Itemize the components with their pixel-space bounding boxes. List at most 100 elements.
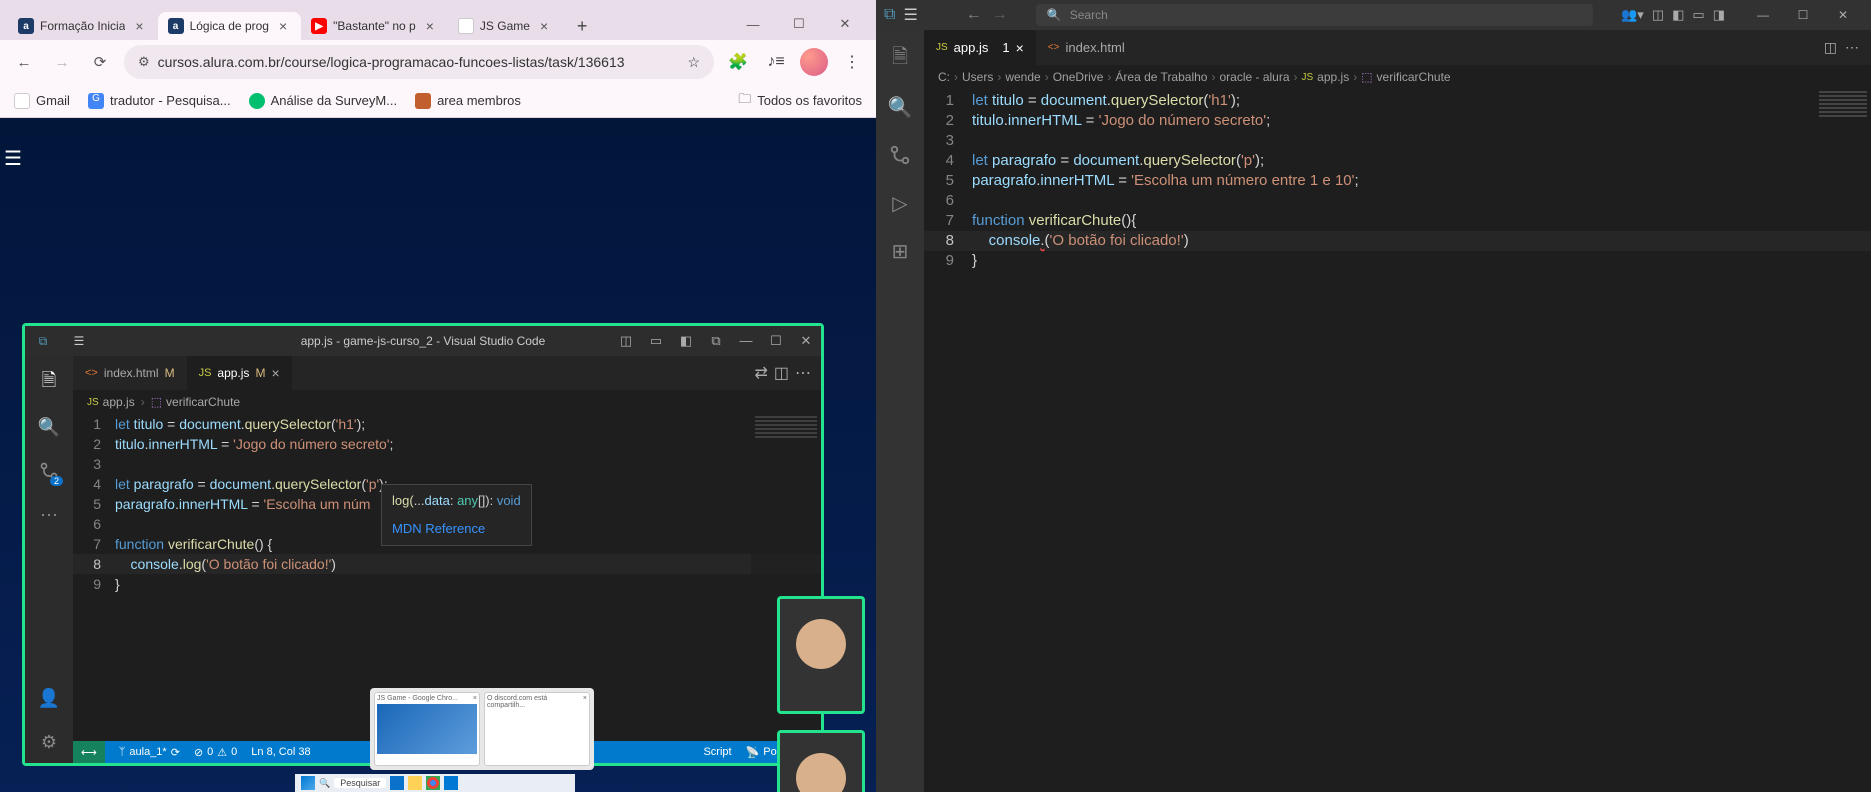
hamburger-icon[interactable]: ☰: [4, 146, 34, 176]
chrome-icon[interactable]: [426, 776, 440, 790]
alura-favicon: a: [18, 18, 34, 34]
layout-icon[interactable]: ▭: [1692, 7, 1704, 23]
profile-avatar[interactable]: [800, 48, 828, 76]
close-icon[interactable]: ✕: [791, 333, 821, 349]
reload-icon[interactable]: ⟳: [86, 48, 114, 76]
extensions-icon[interactable]: ⊞: [876, 230, 924, 272]
inner-activity-bar: 🗎 🔍 2 ⋯ 👤 ⚙: [25, 356, 73, 763]
vscode-icon[interactable]: [444, 776, 458, 790]
branch-indicator[interactable]: ᛘ aula_1* ⟳: [119, 746, 180, 759]
close-icon[interactable]: ×: [271, 365, 279, 381]
remote-icon[interactable]: ⟷: [73, 741, 105, 763]
layout-icon[interactable]: ◫: [611, 333, 641, 349]
media-icon[interactable]: ♪≡: [762, 53, 790, 71]
explorer-icon[interactable]: 🗎: [876, 38, 924, 80]
new-tab-button[interactable]: +: [568, 12, 596, 40]
code-editor[interactable]: 1let titulo = document.querySelector('h1…: [924, 89, 1871, 792]
split-icon[interactable]: ◫: [1824, 39, 1837, 56]
kebab-icon[interactable]: ⋮: [838, 52, 866, 72]
forward-icon[interactable]: →: [992, 6, 1008, 24]
tab-label: Lógica de prog: [190, 19, 269, 33]
source-control-icon[interactable]: [876, 134, 924, 176]
copilot-icon[interactable]: 👥▾: [1621, 7, 1644, 23]
cursor-position[interactable]: Ln 8, Col 38: [251, 746, 310, 758]
taskbar-preview[interactable]: JS Game - Google Chro...×: [374, 692, 480, 766]
back-icon[interactable]: ←: [966, 6, 982, 24]
editor-tab[interactable]: <>index.htmlM: [73, 356, 187, 390]
close-icon[interactable]: ×: [275, 18, 291, 34]
webcam-overlay: [777, 730, 865, 792]
windows-start-icon[interactable]: [301, 776, 315, 790]
forward-icon[interactable]: →: [48, 48, 76, 76]
language-mode[interactable]: Script: [703, 746, 731, 758]
bookmark-item[interactable]: Gtradutor - Pesquisa...: [88, 93, 231, 109]
menu-icon[interactable]: ☰: [67, 329, 91, 353]
split-icon[interactable]: ◫: [774, 363, 789, 383]
run-debug-icon[interactable]: ▷: [876, 182, 924, 224]
gear-icon[interactable]: ⚙: [25, 721, 73, 763]
layout-icon[interactable]: ◨: [1713, 7, 1725, 23]
inner-breadcrumb[interactable]: JSapp.js › ⬚verificarChute: [73, 390, 821, 414]
all-bookmarks-button[interactable]: 🗀Todos os favoritos: [738, 90, 862, 112]
taskbar-search-input[interactable]: Pesquisar: [334, 778, 386, 788]
more-icon[interactable]: ⋯: [1845, 39, 1859, 56]
close-icon[interactable]: ×: [583, 695, 587, 709]
bookmark-item[interactable]: area membros: [415, 93, 521, 109]
problems-indicator[interactable]: ⊘ 0 ⚠ 0: [194, 746, 237, 759]
close-icon[interactable]: ×: [536, 18, 552, 34]
editor-tab[interactable]: JS app.js 1 ×: [924, 30, 1036, 65]
command-center-search[interactable]: 🔍 Search: [1036, 4, 1593, 26]
chrome-browser-window: a Formação Inicia × a Lógica de prog × ▶…: [0, 0, 876, 792]
maximize-icon[interactable]: ☐: [776, 8, 822, 40]
layout-icon[interactable]: ◧: [671, 333, 701, 349]
layout-icon[interactable]: ▭: [641, 333, 671, 349]
layout-icon[interactable]: ⧉: [701, 333, 731, 349]
editor-tab[interactable]: <> index.html: [1036, 30, 1137, 65]
address-bar[interactable]: ⚙ cursos.alura.com.br/course/logica-prog…: [124, 45, 714, 79]
explorer-icon[interactable]: 🗎: [25, 362, 73, 404]
minimize-icon[interactable]: —: [1743, 8, 1783, 22]
account-icon[interactable]: 👤: [25, 677, 73, 719]
surveymonkey-icon: [249, 93, 265, 109]
search-icon[interactable]: 🔍: [319, 778, 330, 789]
taskbar-app-icon[interactable]: [390, 776, 404, 790]
layout-icon[interactable]: ◫: [1652, 7, 1664, 23]
browser-tab[interactable]: a Lógica de prog ×: [158, 12, 302, 40]
bookmark-star-icon[interactable]: ☆: [687, 54, 700, 71]
close-icon[interactable]: ✕: [1823, 8, 1863, 22]
maximize-icon[interactable]: ☐: [1783, 8, 1823, 22]
menu-icon[interactable]: ☰: [903, 5, 917, 25]
more-icon[interactable]: ⋯: [795, 363, 811, 383]
search-icon[interactable]: 🔍: [876, 86, 924, 128]
close-icon[interactable]: ✕: [822, 8, 868, 40]
bookmark-item[interactable]: Gmail: [14, 93, 70, 109]
browser-tab[interactable]: ▶ "Bastante" no p ×: [301, 12, 448, 40]
more-icon[interactable]: ⋯: [25, 494, 73, 536]
minimize-icon[interactable]: —: [730, 8, 776, 40]
vscode-window: ⧉ ☰ ← → 🔍 Search 👥▾ ◫ ◧ ▭ ◨ — ☐ ✕ 🗎 🔍 ▷: [876, 0, 1871, 792]
close-icon[interactable]: ×: [131, 18, 147, 34]
taskbar-preview[interactable]: O discord.com está compartilh...×: [484, 692, 590, 766]
mdn-reference-link[interactable]: MDN Reference: [392, 519, 521, 539]
maximize-icon[interactable]: ☐: [761, 333, 791, 349]
browser-tab[interactable]: a Formação Inicia ×: [8, 12, 158, 40]
extensions-icon[interactable]: 🧩: [724, 52, 752, 72]
minimap[interactable]: [1815, 89, 1871, 209]
close-icon[interactable]: ×: [422, 18, 438, 34]
editor-tab[interactable]: JSapp.jsM×: [187, 356, 292, 390]
close-icon[interactable]: ×: [473, 695, 477, 702]
browser-tab[interactable]: ◉ JS Game ×: [448, 12, 562, 40]
bookmark-item[interactable]: Análise da SurveyM...: [249, 93, 397, 109]
breadcrumb[interactable]: C:› Users› wende› OneDrive› Área de Trab…: [924, 65, 1871, 89]
minimize-icon[interactable]: —: [731, 333, 761, 349]
compare-icon[interactable]: ⇄: [754, 363, 767, 383]
browser-tab-strip: a Formação Inicia × a Lógica de prog × ▶…: [0, 0, 876, 40]
site-info-icon[interactable]: ⚙: [138, 54, 150, 70]
layout-icon[interactable]: ◧: [1672, 7, 1684, 23]
back-icon[interactable]: ←: [10, 48, 38, 76]
search-icon[interactable]: 🔍: [25, 406, 73, 448]
close-icon[interactable]: ×: [1016, 40, 1024, 56]
explorer-icon[interactable]: [408, 776, 422, 790]
source-control-icon[interactable]: 2: [25, 450, 73, 492]
function-icon: ⬚: [151, 395, 162, 409]
